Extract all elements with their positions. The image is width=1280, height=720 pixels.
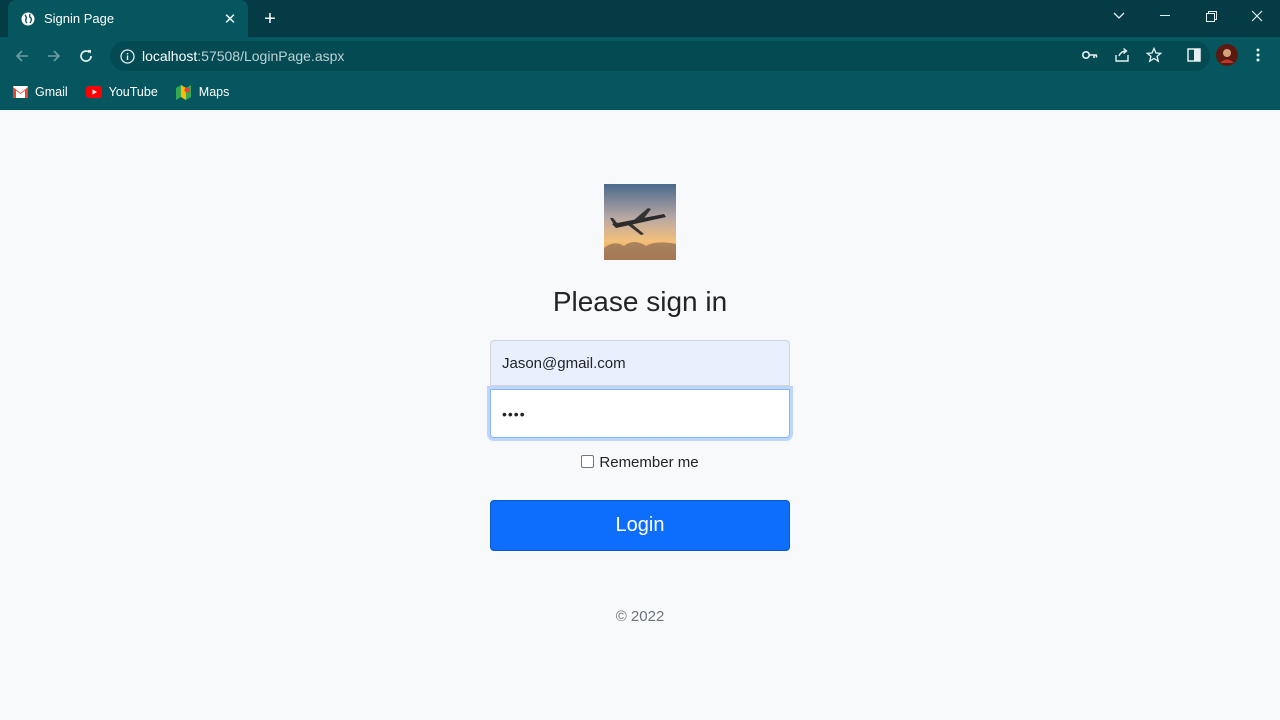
bookmark-youtube[interactable]: YouTube [85,84,158,100]
copyright-footer: © 2022 [615,608,665,625]
address-bar[interactable]: localhost:57508/LoginPage.aspx [110,41,1210,71]
password-field[interactable]: •••• [490,389,790,438]
login-button[interactable]: Login [490,500,790,551]
tab-close-icon[interactable]: ✕ [222,11,238,28]
tab-search-icon[interactable] [1096,0,1142,32]
key-icon[interactable] [1078,43,1102,67]
remember-me-checkbox[interactable] [581,455,595,468]
bookmark-gmail[interactable]: Gmail [12,84,68,100]
menu-dots-icon[interactable] [1246,43,1270,67]
globe-icon [20,11,36,27]
profile-avatar[interactable] [1215,43,1239,67]
back-icon[interactable] [9,43,35,69]
browser-tab[interactable]: Signin Page ✕ [8,0,248,37]
bookmark-maps[interactable]: Maps [176,84,230,100]
page-title: Please sign in [552,286,728,317]
gmail-icon [12,84,28,100]
maps-icon [176,84,192,100]
window-close-icon[interactable] [1234,0,1280,32]
airplane-logo-image [604,184,676,260]
tab-title: Signin Page [44,11,115,26]
site-info-icon[interactable] [118,47,136,65]
remember-me-label: Remember me [599,454,699,471]
bookmark-star-icon[interactable] [1142,43,1166,67]
bookmark-label: YouTube [108,85,158,99]
reload-icon[interactable] [73,43,99,69]
email-field[interactable]: Jason@gmail.com [490,340,790,386]
youtube-icon [85,84,102,100]
side-panel-icon[interactable] [1182,43,1206,67]
bookmark-label: Gmail [35,85,68,99]
bookmark-label: Maps [198,85,230,99]
remember-me-row[interactable]: Remember me [440,454,840,471]
new-tab-icon[interactable]: + [258,7,282,31]
url-text: localhost:57508/LoginPage.aspx [142,48,345,64]
bookmarks-bar: Gmail YouTube Maps [0,74,1280,110]
browser-titlebar: Signin Page ✕ + [0,0,1280,37]
share-icon[interactable] [1110,43,1134,67]
browser-toolbar: localhost:57508/LoginPage.aspx [0,37,1280,74]
restore-icon[interactable] [1188,0,1234,32]
forward-icon[interactable] [41,43,67,69]
login-page: Please sign in Jason@gmail.com •••• Reme… [0,110,1280,720]
minimize-icon[interactable] [1142,0,1188,32]
